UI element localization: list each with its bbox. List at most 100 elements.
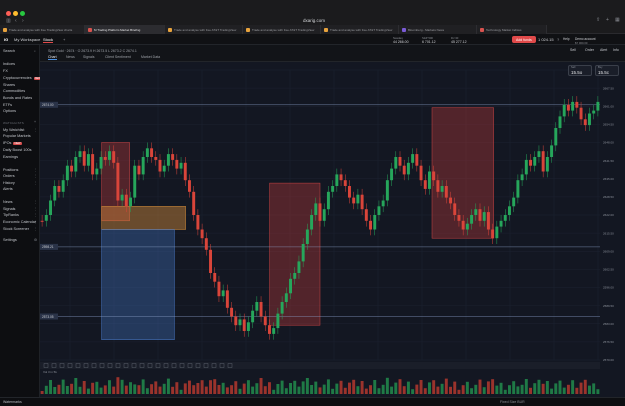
chart-subtab[interactable]: News xyxy=(66,55,75,59)
volume-bar xyxy=(428,382,431,394)
new-tab-icon[interactable]: + xyxy=(606,17,609,23)
price-chart[interactable]: 2674.002598.212573.052674.002667.502661.… xyxy=(40,62,625,406)
buy-price-value: 15.5c xyxy=(598,70,610,75)
sidebar-market-item[interactable]: Cryptocurrencies NEW xyxy=(3,76,42,80)
sidebar-watchlist-item[interactable]: Popular Markets xyxy=(3,134,31,138)
workspace-tab[interactable]: Stock xyxy=(43,37,54,43)
volume-bar xyxy=(449,386,452,394)
sidebar-toggle-icon[interactable]: ▥ xyxy=(6,18,11,24)
sidebar-account-item[interactable]: History xyxy=(3,181,15,185)
volume-bar xyxy=(179,389,183,394)
zoom-window-button[interactable] xyxy=(20,11,25,16)
forward-icon[interactable]: › xyxy=(22,18,24,24)
sidebar-account-item[interactable]: Alerts xyxy=(3,187,13,191)
candle-body xyxy=(326,191,330,210)
order-button[interactable]: Order xyxy=(585,48,594,52)
sidebar-tool-item[interactable]: Economic Calendar xyxy=(3,220,36,224)
browser-tab[interactable]: Technology Market Indices xyxy=(477,25,547,34)
candle-body xyxy=(402,165,406,175)
help-icon[interactable]: ? xyxy=(557,37,559,42)
volume-bar xyxy=(91,382,95,394)
add-workspace-icon[interactable]: + xyxy=(63,37,65,42)
sidebar-watchlist-item[interactable]: Daily Boost 100s xyxy=(3,148,32,152)
sidebar-menu-icon[interactable]: ⋮ xyxy=(34,168,38,172)
workspace-selector[interactable]: My Workspace xyxy=(14,37,40,42)
sidebar-menu-icon[interactable]: ⋮ xyxy=(34,213,38,217)
sidebar-account-item[interactable]: Orders xyxy=(3,174,15,178)
candle-body xyxy=(289,278,292,294)
search-link[interactable]: Search xyxy=(3,49,15,53)
volume-bar xyxy=(225,387,229,394)
candle-body xyxy=(86,154,90,166)
watchlists-heading: WATCHLISTS xyxy=(3,121,25,125)
chart-subtab[interactable]: Chart xyxy=(48,55,57,60)
browser-tab[interactable]: Trade and analyse with free AT&T Trading… xyxy=(321,25,399,34)
settings-link[interactable]: Settings xyxy=(3,238,17,242)
sidebar-tool-item[interactable]: News xyxy=(3,200,13,204)
sidebar-tool-item[interactable]: Stock Screener xyxy=(3,227,29,231)
sidebar-watchlist-item[interactable]: Earnings xyxy=(3,155,18,159)
browser-tab[interactable]: Bloomberg - Markets News xyxy=(399,25,477,34)
sidebar-menu-icon[interactable]: ⋮ xyxy=(34,181,38,185)
gear-icon[interactable]: ⚙ xyxy=(34,238,37,242)
sidebar-tool-item[interactable]: Signals xyxy=(3,207,15,211)
minimize-window-button[interactable] xyxy=(13,11,18,16)
new-badge: NEW xyxy=(13,142,22,145)
sidebar-watchlist-item-label: IPOs xyxy=(3,141,12,145)
chart-panel[interactable]: 2674.002598.212573.052674.002667.502661.… xyxy=(40,62,625,406)
sidebar-tool-item[interactable]: TipRanks xyxy=(3,213,19,217)
sidebar-menu-icon[interactable]: ⋮ xyxy=(34,128,38,132)
candle-body xyxy=(491,229,495,239)
volume-bar xyxy=(335,383,339,394)
volume-bar xyxy=(592,383,596,394)
browser-tab[interactable]: Trade and analyse with free AT&T Trading… xyxy=(243,25,321,34)
sidebar-menu-icon[interactable]: ⋮ xyxy=(34,227,38,231)
sell-button[interactable]: Sell xyxy=(570,48,576,52)
sidebar-menu-icon[interactable]: ⋮ xyxy=(34,207,38,211)
volume-bar xyxy=(297,386,301,394)
volume-bar xyxy=(82,381,86,394)
candle-body xyxy=(398,157,402,166)
share-icon[interactable]: ⇪ xyxy=(596,17,600,23)
range-selector[interactable]: Fixed Size BUR xyxy=(500,400,525,404)
close-window-button[interactable] xyxy=(6,11,11,16)
info-button[interactable]: Info xyxy=(613,48,619,52)
watchlist-add-icon[interactable]: + xyxy=(34,120,36,124)
sidebar-watchlist-item[interactable]: My Watchlist xyxy=(3,128,24,132)
browser-tab[interactable]: Trade and analyse with free AT&T Trading… xyxy=(165,25,243,34)
tab-overview-icon[interactable]: ▦ xyxy=(615,17,620,23)
search-icon[interactable]: ⌕ xyxy=(34,49,36,53)
watermarks-footer[interactable]: Watermarks xyxy=(3,400,22,404)
sidebar-market-item[interactable]: FX xyxy=(3,69,8,73)
sidebar-market-item[interactable]: Shares xyxy=(3,83,15,87)
volume-bar xyxy=(550,388,554,394)
buy-price-box[interactable]: Buy 15.5c xyxy=(595,65,619,76)
chart-subtab[interactable]: Signals xyxy=(83,55,94,59)
add-funds-button[interactable]: Add funds xyxy=(512,36,536,43)
sidebar-market-item[interactable]: Indices xyxy=(3,62,15,66)
sell-price-box[interactable]: Sell 15.5o xyxy=(568,65,592,76)
sidebar-account-item[interactable]: Positions xyxy=(3,168,18,172)
volume-bar xyxy=(419,380,423,394)
candle-body xyxy=(529,159,532,166)
browser-tab[interactable]: M Trading Platform Market Briefing xyxy=(85,25,165,34)
sidebar-menu-icon[interactable]: ⋮ xyxy=(34,200,38,204)
sidebar-market-item[interactable]: ETFs xyxy=(3,103,12,107)
sidebar-market-item[interactable]: Options xyxy=(3,109,16,113)
sidebar-market-item[interactable]: Commodities xyxy=(3,89,25,93)
volume-bar xyxy=(272,389,276,394)
sidebar-market-item[interactable]: Bonds and Rates xyxy=(3,96,32,100)
candle-body xyxy=(91,154,95,175)
sidebar-menu-icon[interactable]: ⋮ xyxy=(34,174,38,178)
volume-bar xyxy=(95,381,99,394)
chart-subtab[interactable]: Market Data xyxy=(141,55,160,59)
address-bar[interactable]: dxarig.com xyxy=(303,18,325,23)
chart-subtab[interactable]: Client Sentiment xyxy=(105,55,131,59)
browser-tab[interactable]: Trade and analyse with free TradingView … xyxy=(0,25,85,34)
volume-bar xyxy=(533,383,537,394)
sidebar-menu-icon[interactable]: ⋮ xyxy=(34,220,38,224)
sidebar-watchlist-item[interactable]: IPOs NEW xyxy=(3,141,22,145)
candle-body xyxy=(533,157,537,166)
alert-button[interactable]: Alert xyxy=(600,48,607,52)
back-icon[interactable]: ‹ xyxy=(15,18,17,24)
